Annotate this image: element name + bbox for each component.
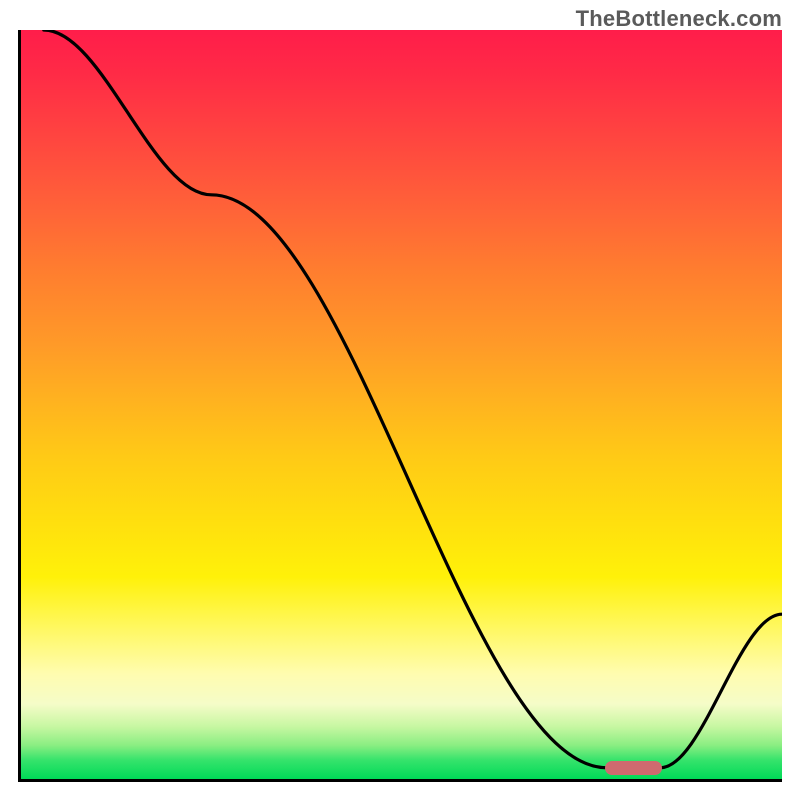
watermark-text: TheBottleneck.com: [576, 6, 782, 32]
bottleneck-curve: [21, 30, 782, 779]
optimal-range-marker: [605, 761, 662, 775]
plot-area: [18, 30, 782, 782]
chart-container: TheBottleneck.com: [0, 0, 800, 800]
